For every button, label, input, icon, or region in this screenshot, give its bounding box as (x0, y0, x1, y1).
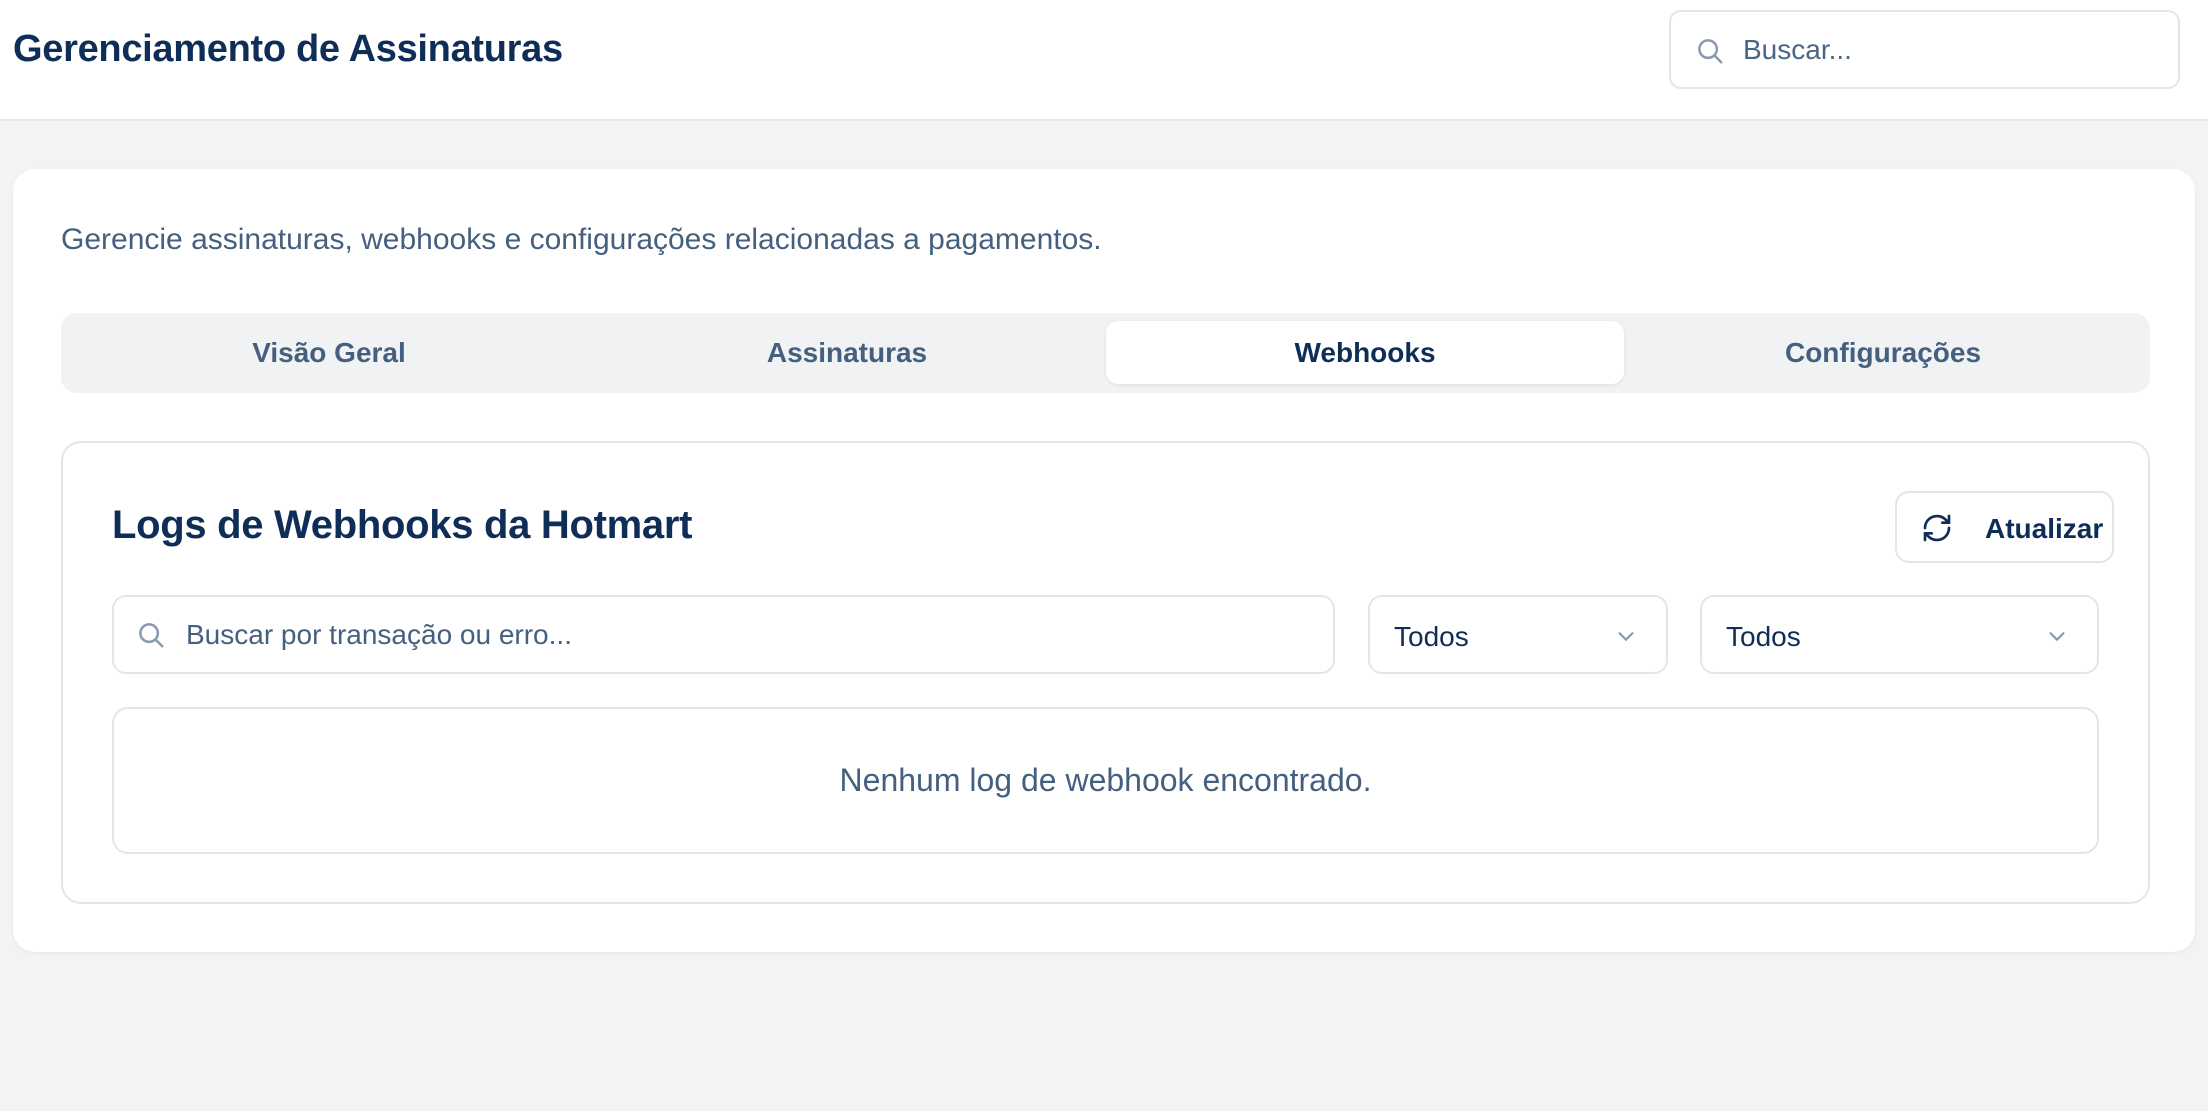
webhook-logs-title: Logs de Webhooks da Hotmart (112, 503, 693, 547)
empty-state-message: Nenhum log de webhook encontrado. (839, 762, 1372, 798)
subscriptions-panel: Gerencie assinaturas, webhooks e configu… (13, 169, 2195, 952)
refresh-button[interactable]: Atualizar (1895, 491, 2114, 563)
global-search-input[interactable] (1743, 26, 2163, 74)
search-icon (1698, 39, 1723, 64)
tab-assinaturas[interactable]: Assinaturas (588, 321, 1106, 384)
event-filter-value: Todos (1726, 621, 1801, 652)
webhook-logs-card: Logs de Webhooks da Hotmart Atualizar To… (61, 441, 2150, 904)
refresh-icon (1923, 514, 1951, 542)
search-icon (139, 623, 164, 648)
log-search-field[interactable] (112, 595, 1335, 674)
status-filter-value: Todos (1394, 621, 1469, 652)
log-search-input[interactable] (186, 611, 1306, 659)
global-search[interactable] (1669, 10, 2180, 89)
chevron-down-icon (2049, 632, 2065, 641)
refresh-button-label: Atualizar (1985, 513, 2104, 544)
page-subtitle: Gerencie assinaturas, webhooks e configu… (61, 223, 1102, 256)
app-title: Gerenciamento de Assinaturas (13, 28, 563, 70)
chevron-down-icon (1618, 632, 1634, 641)
tab-visao-geral[interactable]: Visão Geral (70, 321, 588, 384)
tab-bar: Visão Geral Assinaturas Webhooks Configu… (61, 313, 2150, 393)
top-header: Gerenciamento de Assinaturas (0, 0, 2208, 121)
empty-state: Nenhum log de webhook encontrado. (112, 707, 2099, 854)
status-filter-select[interactable]: Todos (1368, 595, 1668, 674)
tab-webhooks[interactable]: Webhooks (1106, 321, 1624, 384)
event-filter-select[interactable]: Todos (1700, 595, 2099, 674)
tab-configuracoes[interactable]: Configurações (1624, 321, 2142, 384)
